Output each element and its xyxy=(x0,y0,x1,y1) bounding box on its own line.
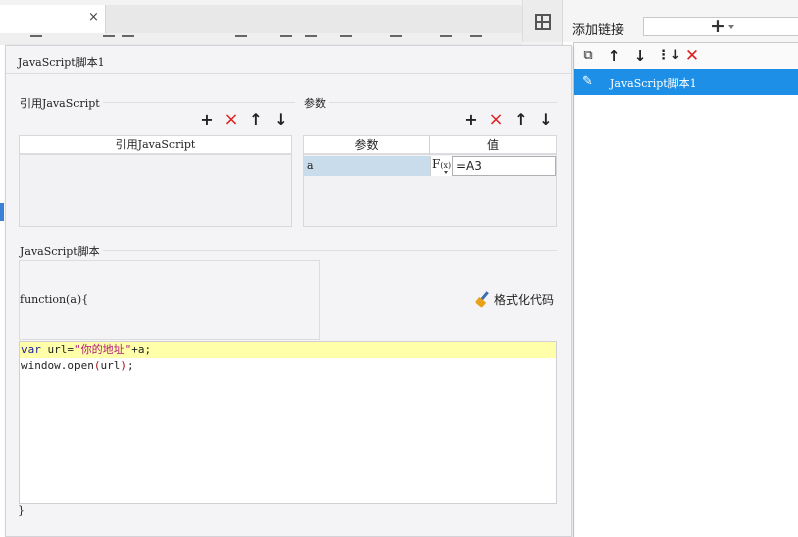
chevron-down-icon xyxy=(728,25,734,29)
close-tab-icon[interactable]: × xyxy=(88,11,99,25)
code-token: url xyxy=(100,359,121,372)
code-line[interactable]: window.open(url); xyxy=(20,358,556,374)
param-up-button[interactable]: ↑ xyxy=(512,111,530,129)
hyperlink-panel: 添加链接 + ⧉ ↑ ↓ ⋮↓ ✕ ✎ JavaScript脚本1 xyxy=(562,0,798,537)
copy-icon[interactable]: ⧉ xyxy=(579,47,597,65)
toolbar-icon[interactable] xyxy=(440,35,452,43)
ref-js-table: 引用JavaScript xyxy=(19,135,292,227)
section-divider xyxy=(304,102,557,103)
code-token: window.open xyxy=(21,359,94,372)
list-item-label: JavaScript脚本1 xyxy=(610,77,697,90)
code-token: url= xyxy=(40,343,74,356)
tab-strip xyxy=(106,5,522,33)
keyword-token: var xyxy=(21,343,41,356)
panel-title: 添加链接 xyxy=(572,23,625,38)
param-delete-button[interactable]: × xyxy=(487,111,505,129)
toolbar-icon[interactable] xyxy=(305,35,317,43)
toolbar-icon[interactable] xyxy=(340,35,352,43)
ref-down-button[interactable]: ↓ xyxy=(272,111,290,129)
toolbar-icon[interactable] xyxy=(235,35,247,43)
row-highlight xyxy=(0,203,4,221)
title-divider xyxy=(6,73,571,74)
add-link-dropdown[interactable]: + xyxy=(643,15,798,37)
param-down-button[interactable]: ↓ xyxy=(537,111,555,129)
editor-toolbar xyxy=(0,33,522,45)
toolbar-icon[interactable] xyxy=(103,35,115,43)
toolbar-icon[interactable] xyxy=(470,35,482,43)
toolbar-icon[interactable] xyxy=(390,35,402,43)
move-bottom-icon[interactable]: ⋮↓ xyxy=(657,47,681,65)
ref-add-button[interactable]: + xyxy=(198,111,216,129)
param-add-button[interactable]: + xyxy=(462,111,480,129)
function-open: function(a){ xyxy=(20,293,89,306)
javascript-dialog: JavaScript脚本1 引用JavaScript + × ↑ ↓ 引用Jav… xyxy=(5,45,572,537)
broom-icon xyxy=(476,292,490,306)
toolbar-icon[interactable] xyxy=(30,35,42,43)
script-section-label: JavaScript脚本 xyxy=(20,243,103,259)
param-section-label: 参数 xyxy=(304,95,329,111)
grid-icon xyxy=(535,14,551,30)
param-name-header: 参数 xyxy=(304,136,430,155)
paren-token: ) xyxy=(120,359,127,372)
param-table: 参数 值 a F(x) =A3 xyxy=(303,135,557,227)
param-value-input[interactable]: =A3 xyxy=(452,156,556,176)
function-close: } xyxy=(18,504,25,517)
widget-toggle-button[interactable] xyxy=(522,0,562,42)
format-code-label: 格式化代码 xyxy=(494,293,555,307)
editor-tab[interactable]: × xyxy=(0,5,106,33)
toolbar-icon[interactable] xyxy=(280,35,292,43)
delete-icon[interactable]: ✕ xyxy=(683,47,701,65)
ref-section-label: 引用JavaScript xyxy=(20,95,103,111)
arrow-down-icon[interactable]: ↓ xyxy=(631,47,649,65)
param-name-cell[interactable]: a xyxy=(304,156,430,176)
panel-header: 添加链接 + xyxy=(563,0,798,42)
chevron-down-icon xyxy=(444,171,448,174)
format-code-button[interactable]: 格式化代码 xyxy=(476,291,554,308)
toolbar-icon[interactable] xyxy=(122,35,134,43)
link-list: ⧉ ↑ ↓ ⋮↓ ✕ ✎ JavaScript脚本1 xyxy=(573,42,798,537)
link-list-toolbar: ⧉ ↑ ↓ ⋮↓ ✕ xyxy=(574,43,798,69)
ref-js-header: 引用JavaScript xyxy=(20,136,291,155)
param-value-header: 值 xyxy=(430,136,556,155)
code-editor[interactable]: var url="你的地址"+a; window.open(url); xyxy=(19,341,557,504)
code-token: +a; xyxy=(131,343,152,356)
code-line[interactable]: var url="你的地址"+a; xyxy=(20,342,556,358)
dialog-title: JavaScript脚本1 xyxy=(18,56,105,69)
ref-up-button[interactable]: ↑ xyxy=(247,111,265,129)
arrow-up-icon[interactable]: ↑ xyxy=(605,47,623,65)
edit-pen-icon: ✎ xyxy=(582,74,593,89)
code-token: ; xyxy=(126,359,134,372)
list-item[interactable]: ✎ JavaScript脚本1 xyxy=(574,69,798,95)
ref-delete-button[interactable]: × xyxy=(222,111,240,129)
plus-icon: + xyxy=(710,15,726,37)
string-token: "你的地址" xyxy=(74,343,132,356)
formula-button[interactable]: F(x) xyxy=(430,156,452,176)
